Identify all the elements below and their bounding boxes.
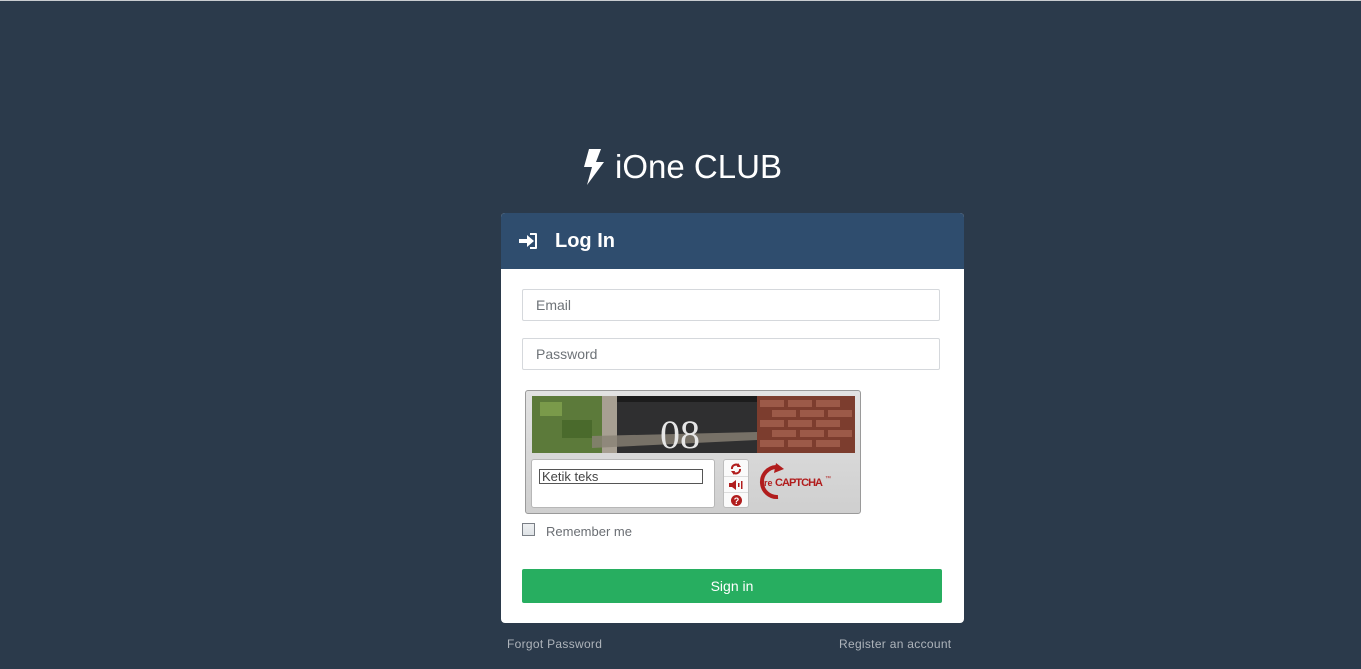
captcha-audio-button[interactable]	[724, 476, 748, 492]
email-field[interactable]	[522, 289, 940, 321]
svg-text:?: ?	[733, 496, 739, 506]
bolt-icon	[584, 149, 605, 185]
brand-header: iOne CLUB	[0, 145, 1361, 189]
remember-me-checkbox[interactable]	[522, 522, 535, 536]
sign-in-icon	[519, 233, 537, 249]
audio-icon	[729, 479, 743, 490]
svg-text:re: re	[764, 478, 773, 488]
captcha-input[interactable]	[539, 469, 703, 484]
login-panel: Log In Email 08 Ketik teks ? re CAPTCHA …	[501, 213, 964, 623]
remember-me-label[interactable]: Remember me	[546, 524, 632, 539]
forgot-password-link[interactable]: Forgot Password	[507, 637, 602, 651]
panel-title: Log In	[555, 229, 615, 252]
captcha-refresh-button[interactable]	[724, 461, 748, 476]
brand-name: iOne CLUB	[615, 148, 782, 185]
password-field[interactable]	[522, 338, 940, 370]
captcha-image: 08	[532, 396, 855, 453]
login-panel-header: Log In	[501, 213, 964, 269]
captcha-image-text: 08	[660, 412, 700, 453]
captcha-input-box	[531, 459, 715, 508]
sign-in-button[interactable]: Sign in	[522, 569, 942, 603]
remember-me-row: Remember me	[522, 520, 632, 539]
top-border	[0, 0, 1361, 1]
captcha-help-button[interactable]: ?	[724, 492, 748, 508]
captcha-controls: ?	[723, 459, 749, 508]
register-account-link[interactable]: Register an account	[839, 637, 951, 651]
recaptcha-logo: re CAPTCHA ™	[756, 463, 840, 503]
help-icon: ?	[730, 495, 742, 506]
svg-text:™: ™	[825, 475, 831, 482]
refresh-icon	[731, 462, 741, 475]
svg-text:CAPTCHA: CAPTCHA	[775, 477, 823, 489]
recaptcha-widget: 08 Ketik teks ? re CAPTCHA ™	[525, 390, 861, 514]
